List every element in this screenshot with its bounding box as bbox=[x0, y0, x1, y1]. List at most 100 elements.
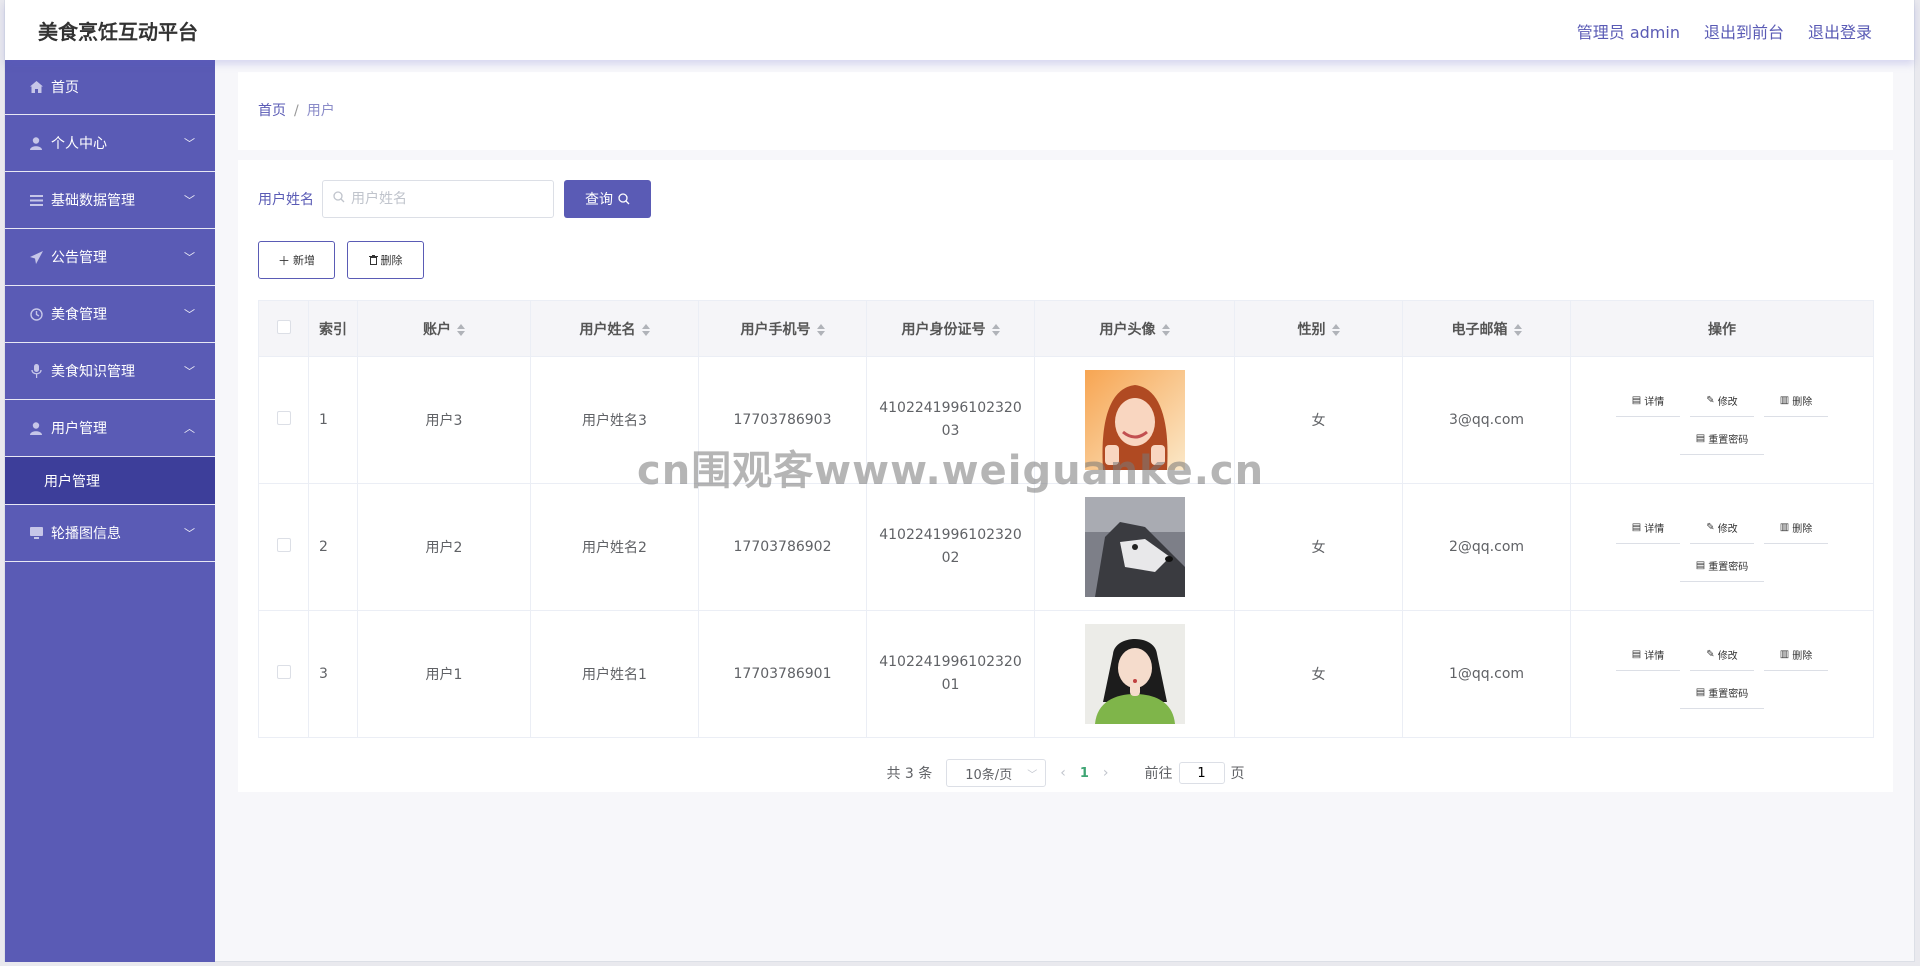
document-icon: ▤ bbox=[1631, 395, 1642, 406]
logout-link[interactable]: 退出登录 bbox=[1808, 19, 1872, 43]
edit-icon: ✎ bbox=[1706, 649, 1715, 660]
header-name[interactable]: 用户姓名 bbox=[530, 300, 699, 357]
delete-button[interactable]: ▥ 删除 bbox=[1764, 512, 1828, 544]
next-page-button[interactable]: › bbox=[1103, 765, 1109, 781]
exit-to-frontend-link[interactable]: 退出到前台 bbox=[1704, 19, 1784, 43]
row-checkbox[interactable] bbox=[276, 411, 291, 425]
users-table: 索引 账户 用户姓名 用户手机号 用户身份证号 用户头像 性别 电子邮箱 操作 … bbox=[258, 300, 1874, 738]
cell-actions: ▤ 详情 ✎ 修改 ▥ 删除 ▤ 重置密码 bbox=[1570, 483, 1874, 611]
search-icon bbox=[618, 193, 630, 205]
detail-button[interactable]: ▤ 详情 bbox=[1616, 512, 1680, 544]
avatar-girl-green-sweater[interactable] bbox=[1084, 624, 1185, 724]
breadcrumb-separator: / bbox=[294, 103, 299, 119]
header-idcard[interactable]: 用户身份证号 bbox=[866, 300, 1035, 357]
header-gender[interactable]: 性别 bbox=[1234, 300, 1403, 357]
reset-password-label: 重置密码 bbox=[1708, 562, 1749, 573]
sidebar-item-home[interactable]: 首页 bbox=[5, 60, 215, 115]
batch-delete-button[interactable]: 删除 bbox=[347, 241, 424, 279]
cell-avatar bbox=[1034, 356, 1235, 484]
trash-icon bbox=[368, 255, 378, 265]
reset-password-button[interactable]: ▤ 重置密码 bbox=[1680, 550, 1764, 582]
sidebar-item-carousel[interactable]: 轮播图信息 ﹀ bbox=[5, 505, 215, 562]
row-checkbox[interactable] bbox=[276, 665, 291, 679]
header-actions: 操作 bbox=[1570, 300, 1874, 357]
pagination: 共 3 条 10条/页 ﹀ ‹ 1 › 前往 页 bbox=[238, 759, 1893, 787]
sidebar-item-label: 公告管理 bbox=[51, 250, 107, 266]
reset-password-button[interactable]: ▤ 重置密码 bbox=[1680, 423, 1764, 455]
sidebar-item-personal-center[interactable]: 个人中心 ﹀ bbox=[5, 115, 215, 172]
sidebar-item-food-knowledge[interactable]: 美食知识管理 ﹀ bbox=[5, 343, 215, 400]
header-email[interactable]: 电子邮箱 bbox=[1402, 300, 1571, 357]
sidebar-item-label: 首页 bbox=[51, 80, 79, 96]
trash-icon: ▥ bbox=[1779, 522, 1790, 533]
row-checkbox-cell bbox=[258, 483, 309, 611]
search-label: 用户姓名 bbox=[258, 192, 314, 208]
admin-user-link[interactable]: 管理员 admin bbox=[1577, 19, 1680, 43]
plus-icon: ＋ bbox=[277, 253, 290, 268]
page-number-current[interactable]: 1 bbox=[1080, 766, 1089, 781]
header-label: 性别 bbox=[1297, 321, 1326, 338]
goto-label: 前往 bbox=[1144, 766, 1173, 782]
chevron-down-icon: ﹀ bbox=[184, 365, 195, 378]
cell-email: 2@qq.com bbox=[1402, 483, 1571, 611]
query-button[interactable]: 查询 bbox=[564, 180, 651, 218]
avatar-husky-dog[interactable] bbox=[1084, 497, 1185, 597]
table-row: 2 用户2 用户姓名2 17703786902 4102241996102320… bbox=[258, 483, 1874, 611]
sort-icon[interactable] bbox=[1161, 323, 1170, 336]
detail-button[interactable]: ▤ 详情 bbox=[1616, 385, 1680, 417]
sort-icon[interactable] bbox=[457, 323, 465, 336]
page-jump: 前往 页 bbox=[1145, 762, 1245, 784]
edit-button[interactable]: ✎ 修改 bbox=[1690, 639, 1754, 671]
edit-button[interactable]: ✎ 修改 bbox=[1690, 385, 1754, 417]
edit-button[interactable]: ✎ 修改 bbox=[1690, 512, 1754, 544]
send-icon bbox=[27, 250, 45, 264]
row-checkbox[interactable] bbox=[276, 538, 291, 552]
cell-gender: 女 bbox=[1234, 610, 1403, 738]
delete-button[interactable]: ▥ 删除 bbox=[1764, 385, 1828, 417]
header-index: 索引 bbox=[308, 300, 358, 357]
app-title: 美食烹饪互动平台 bbox=[38, 20, 198, 44]
sort-icon[interactable] bbox=[1513, 323, 1522, 336]
sidebar-item-label: 基础数据管理 bbox=[51, 193, 135, 209]
sort-icon[interactable] bbox=[991, 323, 1000, 336]
sort-icon[interactable] bbox=[641, 323, 650, 336]
reset-password-button[interactable]: ▤ 重置密码 bbox=[1680, 677, 1764, 709]
microphone-icon bbox=[27, 364, 45, 378]
edit-icon: ✎ bbox=[1706, 395, 1715, 406]
avatar-woman-smiling[interactable] bbox=[1084, 370, 1185, 470]
sidebar-item-announcements[interactable]: 公告管理 ﹀ bbox=[5, 229, 215, 286]
sort-icon[interactable] bbox=[816, 323, 825, 336]
header-avatar[interactable]: 用户头像 bbox=[1034, 300, 1235, 357]
detail-button[interactable]: ▤ 详情 bbox=[1616, 639, 1680, 671]
header-label: 电子邮箱 bbox=[1451, 321, 1508, 338]
edit-label: 修改 bbox=[1717, 397, 1738, 408]
chevron-down-icon: ﹀ bbox=[184, 251, 195, 264]
breadcrumb-home[interactable]: 首页 bbox=[258, 103, 286, 119]
delete-button[interactable]: ▥ 删除 bbox=[1764, 639, 1828, 671]
select-all-checkbox[interactable] bbox=[276, 319, 291, 334]
cell-index: 3 bbox=[308, 610, 358, 738]
edit-label: 修改 bbox=[1717, 651, 1738, 662]
sidebar: 首页 个人中心 ﹀ 基础数据管理 ﹀ 公告管理 ﹀ 美食管理 ﹀ 美食知识管理 … bbox=[5, 60, 215, 962]
page-size-select[interactable]: 10条/页 ﹀ bbox=[946, 759, 1047, 787]
sidebar-item-user-management[interactable]: 用户管理 ︿ bbox=[5, 400, 215, 457]
header-phone[interactable]: 用户手机号 bbox=[698, 300, 867, 357]
sort-icon[interactable] bbox=[1331, 323, 1340, 336]
goto-page-input[interactable] bbox=[1178, 762, 1225, 784]
trash-icon: ▥ bbox=[1779, 649, 1790, 660]
add-button[interactable]: ＋ 新增 bbox=[258, 241, 335, 279]
clock-icon bbox=[27, 307, 45, 321]
search-icon bbox=[333, 191, 345, 207]
page-unit-label: 页 bbox=[1230, 766, 1245, 782]
sidebar-subitem-user-management[interactable]: 用户管理 bbox=[5, 457, 215, 505]
search-input[interactable] bbox=[351, 191, 531, 207]
cell-email: 3@qq.com bbox=[1402, 356, 1571, 484]
header-account[interactable]: 账户 bbox=[357, 300, 531, 357]
cell-idcard: 410224199610232003 bbox=[866, 356, 1035, 484]
sidebar-item-label: 轮播图信息 bbox=[51, 526, 121, 542]
document-icon: ▤ bbox=[1631, 522, 1642, 533]
sidebar-item-food[interactable]: 美食管理 ﹀ bbox=[5, 286, 215, 343]
prev-page-button[interactable]: ‹ bbox=[1060, 765, 1066, 781]
cell-idcard: 410224199610232001 bbox=[866, 610, 1035, 738]
sidebar-item-basic-data[interactable]: 基础数据管理 ﹀ bbox=[5, 172, 215, 229]
